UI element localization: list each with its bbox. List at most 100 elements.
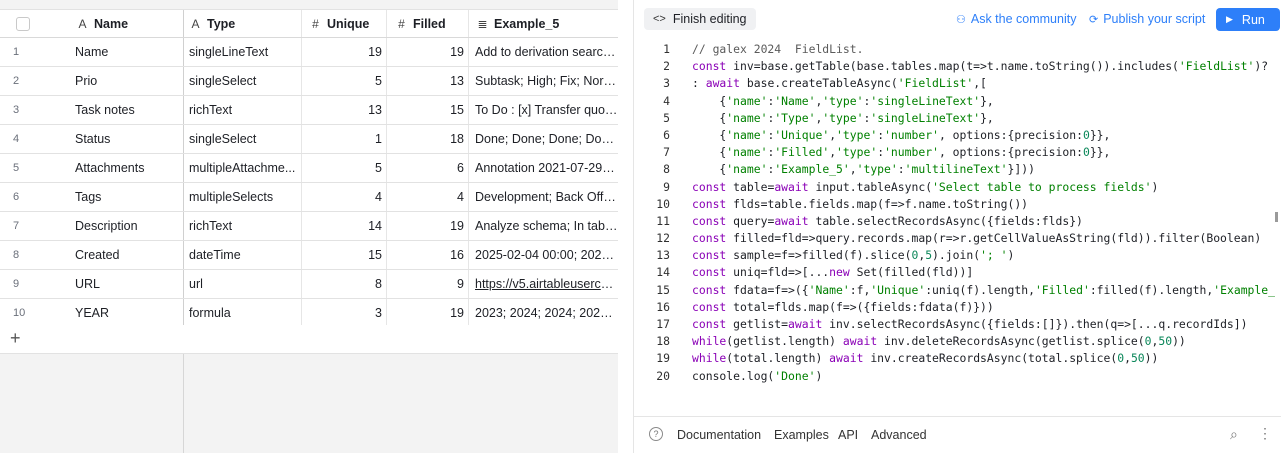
column-header-type[interactable]: A Type	[183, 10, 301, 37]
code-line[interactable]: 8 {'name':'Example_5','type':'multilineT…	[634, 161, 1281, 178]
more-icon[interactable]: ⋮	[1258, 425, 1272, 442]
code-line[interactable]: 4 {'name':'Name','type':'singleLineText'…	[634, 93, 1281, 110]
run-button[interactable]: ▶ Run	[1216, 8, 1280, 31]
cell-example[interactable]: To Do : [x] Transfer quorum...	[468, 96, 618, 124]
table-row[interactable]: 5 Attachments multipleAttachme... 5 6 Annotat…	[0, 154, 618, 183]
cell-name[interactable]: Prio	[65, 67, 183, 95]
cell-filled[interactable]: 13	[386, 67, 468, 95]
code-line[interactable]: 16 const total=flds.map(f=>({fields:fdata…	[634, 299, 1281, 316]
cell-type[interactable]: url	[183, 270, 301, 298]
code-line[interactable]: 5 {'name':'Type','type':'singleLineText'…	[634, 110, 1281, 127]
code-line[interactable]: 18 while(getlist.length) await inv.delete…	[634, 333, 1281, 350]
table-row[interactable]: 8 Created dateTime 15 16 2025-02-04 00:00; 20…	[0, 241, 618, 270]
table-row[interactable]: 9 URL url 8 9 https://v5.airtableusercont...	[0, 270, 618, 299]
code-line[interactable]: 19 while(total.length) await inv.createRe…	[634, 350, 1281, 367]
code-line[interactable]: 7 {'name':'Filled','type':'number', opti…	[634, 144, 1281, 161]
table-row[interactable]: 3 Task notes richText 13 15 To Do : [x] Trans…	[0, 96, 618, 125]
code-line[interactable]: 3: await base.createTableAsync('FieldLis…	[634, 75, 1281, 92]
cell-type[interactable]: singleSelect	[183, 125, 301, 153]
code-line[interactable]: 6 {'name':'Unique','type':'number', opti…	[634, 127, 1281, 144]
column-header-filled[interactable]: # Filled	[386, 10, 468, 37]
cell-name[interactable]: Attachments	[65, 154, 183, 182]
code-line[interactable]: 1 // galex 2024 FieldList.	[634, 41, 1281, 58]
cell-filled[interactable]: 19	[386, 38, 468, 66]
examples-tab[interactable]: Examples	[774, 428, 829, 442]
table-row[interactable]: 2 Prio singleSelect 5 13 Subtask; High; Fix; …	[0, 67, 618, 96]
cell-example[interactable]: Annotation 2021-07-29 11...	[468, 154, 618, 182]
cell-example[interactable]: Analyze schema; In tab GD...	[468, 212, 618, 240]
cell-example[interactable]: Done; Done; Done; Done; ...	[468, 125, 618, 153]
cell-filled[interactable]: 18	[386, 125, 468, 153]
select-all-cell[interactable]	[0, 10, 65, 37]
cell-unique[interactable]: 3	[301, 299, 386, 327]
documentation-tab[interactable]: Documentation	[677, 428, 761, 442]
select-all-checkbox[interactable]	[16, 16, 30, 31]
cell-name[interactable]: URL	[65, 270, 183, 298]
code-line[interactable]: 12 const filled=fld=>query.records.map(r=…	[634, 230, 1281, 247]
cell-example[interactable]: 2025-02-04 00:00; 2025-03...	[468, 241, 618, 269]
cell-unique[interactable]: 4	[301, 183, 386, 211]
table-row[interactable]: 10 YEAR formula 3 19 2023; 2024; 2024; 2024; …	[0, 299, 618, 328]
cell-unique[interactable]: 13	[301, 96, 386, 124]
cell-name[interactable]: Task notes	[65, 96, 183, 124]
cell-name[interactable]: Description	[65, 212, 183, 240]
table-row[interactable]: 7 Description richText 14 19 Analyze schema; …	[0, 212, 618, 241]
cell-filled[interactable]: 19	[386, 299, 468, 327]
code-line[interactable]: 14 const uniq=fld=>[...new Set(filled(fld…	[634, 264, 1281, 281]
cell-example[interactable]: https://v5.airtableusercont...	[468, 270, 618, 298]
code-line[interactable]: 2 const inv=base.getTable(base.tables.map…	[634, 58, 1281, 75]
table-row[interactable]: 1 Name singleLineText 19 19 Add to derivation…	[0, 38, 618, 67]
cell-name[interactable]: Tags	[65, 183, 183, 211]
ask-community-link[interactable]: ⚇ Ask the community	[956, 12, 1076, 26]
cell-type[interactable]: richText	[183, 96, 301, 124]
advanced-tab[interactable]: Advanced	[871, 428, 927, 442]
code-line[interactable]: 9 const table=await input.tableAsync('Sel…	[634, 179, 1281, 196]
column-header-example[interactable]: ≣ Example_5	[468, 10, 618, 37]
cell-unique[interactable]: 5	[301, 67, 386, 95]
finish-editing-button[interactable]: <> Finish editing	[644, 8, 756, 30]
cell-example[interactable]: Subtask; High; Fix; Norm; N...	[468, 67, 618, 95]
help-icon[interactable]: ?	[649, 427, 663, 441]
code-line[interactable]: 15 const fdata=f=>({'Name':f,'Unique':uni…	[634, 282, 1281, 299]
cell-example[interactable]: Development; Back Office; ...	[468, 183, 618, 211]
cell-name[interactable]: YEAR	[65, 299, 183, 327]
column-header-name[interactable]: A Name	[65, 10, 183, 37]
cell-type[interactable]: dateTime	[183, 241, 301, 269]
code-line[interactable]: 11 const query=await table.selectRecordsA…	[634, 213, 1281, 230]
code-area[interactable]: 1 // galex 2024 FieldList. 2 const inv=base…	[634, 41, 1281, 385]
cell-filled[interactable]: 15	[386, 96, 468, 124]
table-row[interactable]: 6 Tags multipleSelects 4 4 Development; Back …	[0, 183, 618, 212]
code-line[interactable]: 13 const sample=f=>filled(f).slice(0,5).j…	[634, 247, 1281, 264]
table-row[interactable]: 4 Status singleSelect 1 18 Done; Done; Done; …	[0, 125, 618, 154]
cell-unique[interactable]: 19	[301, 38, 386, 66]
cell-type[interactable]: singleLineText	[183, 38, 301, 66]
cell-unique[interactable]: 5	[301, 154, 386, 182]
cell-type[interactable]: multipleSelects	[183, 183, 301, 211]
cell-name[interactable]: Status	[65, 125, 183, 153]
cell-example[interactable]: Add to derivation search in...	[468, 38, 618, 66]
cell-unique[interactable]: 8	[301, 270, 386, 298]
search-icon[interactable]: ⌕	[1230, 426, 1238, 443]
cell-unique[interactable]: 14	[301, 212, 386, 240]
cell-name[interactable]: Name	[65, 38, 183, 66]
publish-script-link[interactable]: ⟳ Publish your script	[1089, 12, 1205, 26]
code-line[interactable]: 17 const getlist=await inv.selectRecordsA…	[634, 316, 1281, 333]
cell-type[interactable]: formula	[183, 299, 301, 327]
cell-type[interactable]: richText	[183, 212, 301, 240]
cell-unique[interactable]: 1	[301, 125, 386, 153]
cell-filled[interactable]: 16	[386, 241, 468, 269]
code-line[interactable]: 20 console.log('Done')	[634, 368, 1281, 385]
api-tab[interactable]: API	[838, 428, 858, 442]
column-header-unique[interactable]: # Unique	[301, 10, 386, 37]
cell-unique[interactable]: 15	[301, 241, 386, 269]
cell-type[interactable]: multipleAttachme...	[183, 154, 301, 182]
code-line[interactable]: 10 const flds=table.fields.map(f=>f.name.…	[634, 196, 1281, 213]
scrollbar-marker[interactable]	[1275, 212, 1278, 222]
cell-filled[interactable]: 19	[386, 212, 468, 240]
cell-name[interactable]: Created	[65, 241, 183, 269]
cell-filled[interactable]: 6	[386, 154, 468, 182]
add-row-button[interactable]: +	[0, 325, 618, 354]
cell-filled[interactable]: 9	[386, 270, 468, 298]
cell-filled[interactable]: 4	[386, 183, 468, 211]
cell-type[interactable]: singleSelect	[183, 67, 301, 95]
